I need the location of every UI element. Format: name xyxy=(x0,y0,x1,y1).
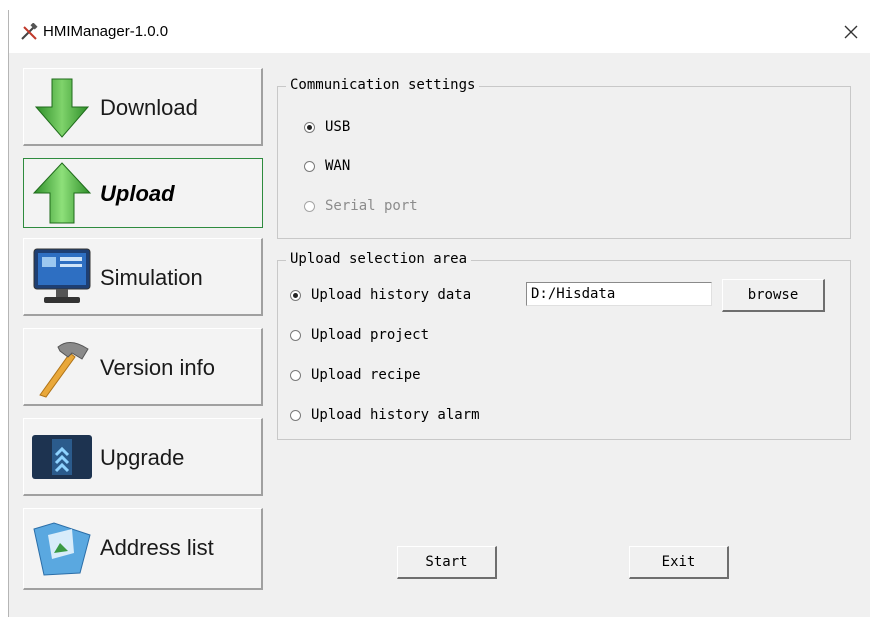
nav-download-label: Download xyxy=(100,95,198,120)
nav-simulation-button[interactable]: Simulation xyxy=(23,238,263,316)
nav-upgrade-button[interactable]: Upgrade xyxy=(23,418,263,496)
nav-version-info-button[interactable]: Version info xyxy=(23,328,263,406)
radio-upload-history-alarm[interactable]: Upload history alarm xyxy=(290,407,480,423)
radio-wan[interactable]: WAN xyxy=(304,158,350,174)
nav-address-list-label: Address list xyxy=(100,535,214,560)
app-window: HMIManager-1.0.0 Download Upload Simulat… xyxy=(8,10,870,617)
radio-serial-port: Serial port xyxy=(304,198,418,214)
radio-upload-project[interactable]: Upload project xyxy=(290,327,429,343)
radio-upload-history-data-circle[interactable] xyxy=(290,289,301,301)
nav-upgrade-label: Upgrade xyxy=(100,445,185,470)
nav-upload-button[interactable]: Upload xyxy=(23,158,263,228)
window-title: HMIManager-1.0.0 xyxy=(43,23,169,40)
radio-upload-project-circle[interactable] xyxy=(290,329,301,341)
title-bar: HMIManager-1.0.0 xyxy=(9,10,870,53)
down-arrow-icon xyxy=(34,78,90,138)
radio-upload-history-data[interactable]: Upload history data xyxy=(290,287,471,303)
nav-simulation-label: Simulation xyxy=(100,265,203,290)
monitor-icon xyxy=(33,248,91,303)
radio-upload-history-alarm-circle[interactable] xyxy=(290,409,301,421)
radio-usb[interactable]: USB xyxy=(304,119,350,135)
browse-button[interactable]: browse xyxy=(722,279,825,312)
radio-selected-dot xyxy=(293,292,298,298)
radio-serial-port-label: Serial port xyxy=(325,198,418,214)
hammer-icon xyxy=(39,342,89,398)
exit-button[interactable]: Exit xyxy=(629,546,729,579)
upload-selection-title: Upload selection area xyxy=(286,251,472,267)
close-icon xyxy=(844,25,858,38)
start-button[interactable]: Start xyxy=(397,546,497,579)
nav-download-button[interactable]: Download xyxy=(23,68,263,146)
communication-settings-title: Communication settings xyxy=(286,77,480,93)
radio-wan-circle[interactable] xyxy=(304,160,315,172)
nav-upload-label: Upload xyxy=(100,181,175,206)
radio-upload-history-data-label: Upload history data xyxy=(311,287,472,303)
radio-usb-circle[interactable] xyxy=(304,121,315,133)
upgrade-chevron-icon xyxy=(32,435,92,479)
nav-address-list-button[interactable]: Address list xyxy=(23,508,263,590)
radio-upload-recipe-circle[interactable] xyxy=(290,369,301,381)
tools-icon xyxy=(21,23,38,40)
radio-selected-dot xyxy=(307,124,312,130)
close-button[interactable] xyxy=(831,10,870,53)
radio-upload-recipe[interactable]: Upload recipe xyxy=(290,367,421,383)
communication-settings-group: Communication settings xyxy=(277,77,851,239)
history-path-input[interactable] xyxy=(526,282,712,306)
radio-usb-label: USB xyxy=(325,119,351,135)
radio-serial-port-circle xyxy=(304,200,315,212)
radio-upload-recipe-label: Upload recipe xyxy=(311,367,421,383)
folder-icon xyxy=(33,522,91,576)
nav-version-info-label: Version info xyxy=(100,355,215,380)
radio-wan-label: WAN xyxy=(325,158,351,174)
radio-upload-history-alarm-label: Upload history alarm xyxy=(311,407,480,423)
up-arrow-icon xyxy=(32,162,92,224)
radio-upload-project-label: Upload project xyxy=(311,327,430,343)
